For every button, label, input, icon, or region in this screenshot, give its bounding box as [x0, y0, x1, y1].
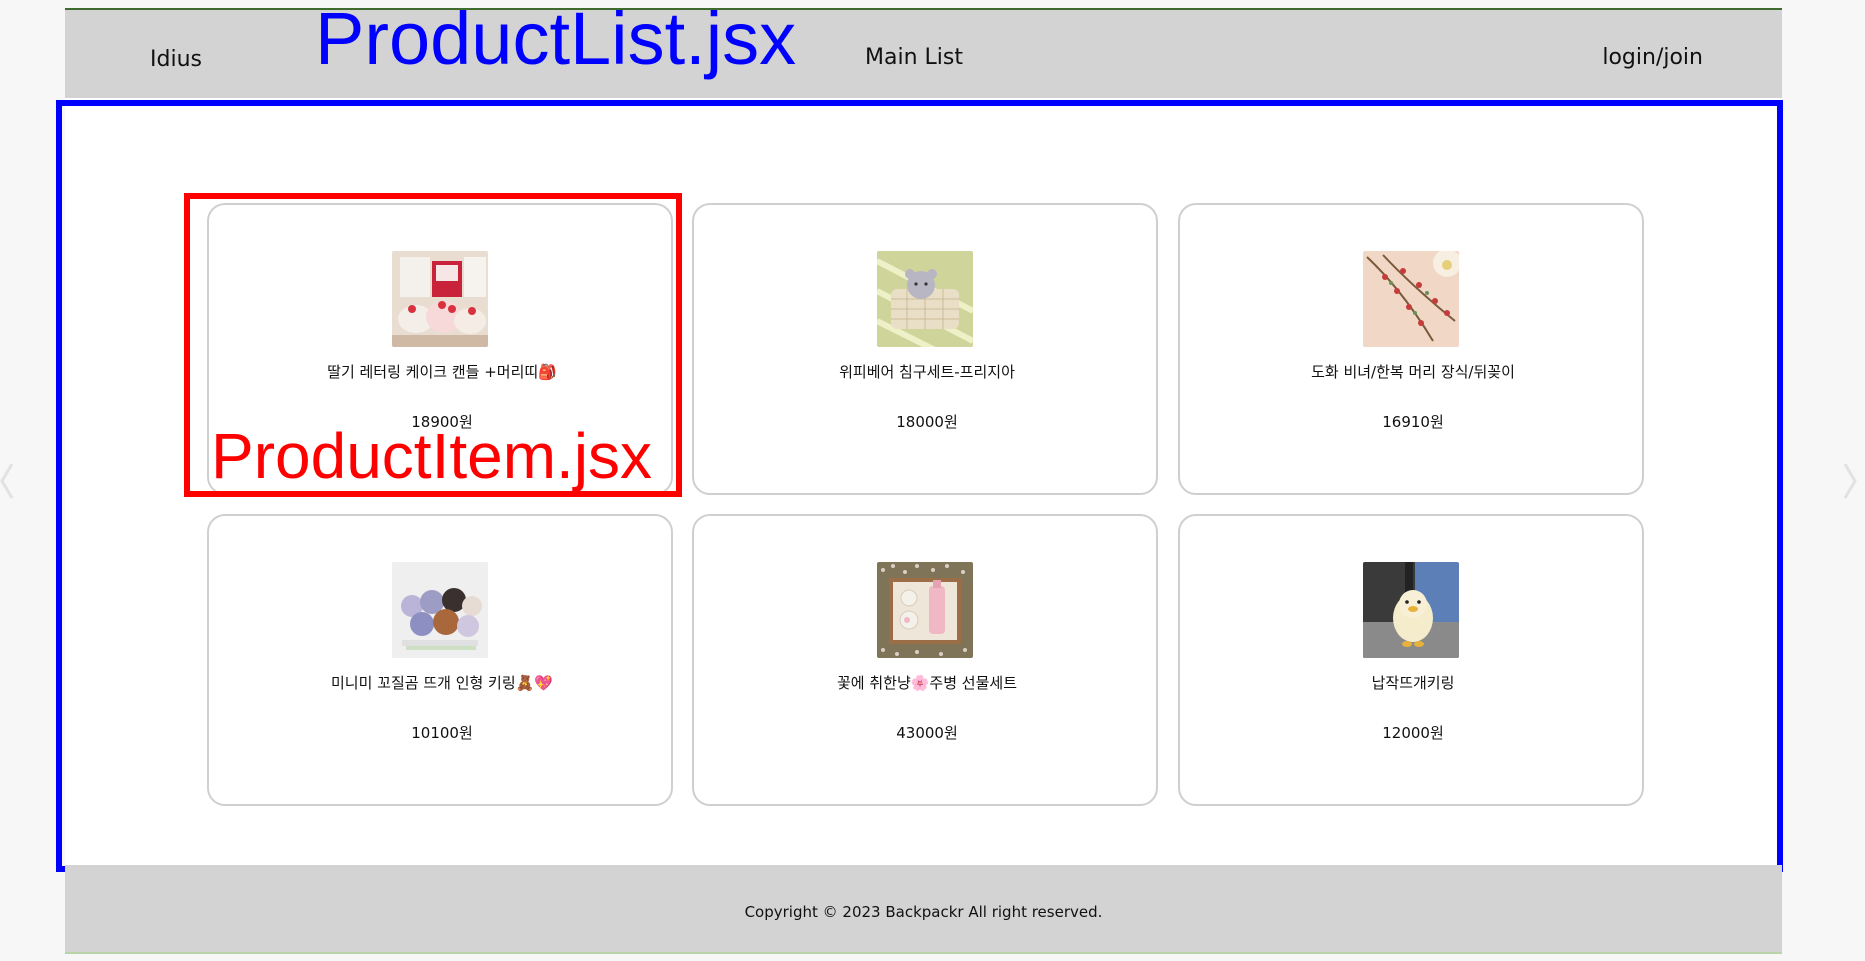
product-image [392, 251, 488, 347]
product-card[interactable]: 꽃에 취한냥🌸주병 선물세트 43000원 [692, 514, 1158, 806]
login-join-link[interactable]: login/join [1602, 45, 1703, 70]
product-name: 위피베어 침구세트-프리지아 [839, 363, 1015, 381]
product-image [877, 251, 973, 347]
product-name: 납작뜨개키링 [1371, 674, 1455, 692]
footer-accent-line [65, 952, 1782, 954]
product-image [877, 562, 973, 658]
copyright-text: Copyright © 2023 Backpackr All right res… [744, 903, 1103, 921]
product-price: 12000원 [1382, 724, 1444, 742]
product-price: 18000원 [896, 413, 958, 431]
product-name: 도화 비녀/한복 머리 장식/뒤꽂이 [1311, 363, 1515, 381]
product-image [1363, 251, 1459, 347]
product-image [1363, 562, 1459, 658]
product-card[interactable]: 도화 비녀/한복 머리 장식/뒤꽂이 16910원 [1178, 203, 1644, 495]
product-card[interactable]: 미니미 꼬질곰 뜨개 인형 키링🧸💖 10100원 [207, 514, 673, 806]
product-name: 꽃에 취한냥🌸주병 선물세트 [836, 674, 1017, 692]
product-image [392, 562, 488, 658]
product-card[interactable]: 납작뜨개키링 12000원 [1178, 514, 1644, 806]
carousel-next-arrow-icon[interactable] [1831, 456, 1865, 506]
product-price: 16910원 [1382, 413, 1444, 431]
main-list-link[interactable]: Main List [865, 45, 963, 70]
app-root: Idius Main List login/join ProductList.j… [0, 0, 1865, 961]
footer-bar: Copyright © 2023 Backpackr All right res… [65, 865, 1782, 953]
product-name: 딸기 레터링 케이크 캔들 +머리띠🎒 [327, 363, 557, 381]
brand-link[interactable]: Idius [150, 47, 202, 72]
carousel-prev-arrow-icon[interactable] [0, 456, 34, 506]
product-price: 43000원 [896, 724, 958, 742]
product-card[interactable]: 위피베어 침구세트-프리지아 18000원 [692, 203, 1158, 495]
product-card[interactable]: 딸기 레터링 케이크 캔들 +머리띠🎒 18900원 [207, 203, 673, 495]
product-name: 미니미 꼬질곰 뜨개 인형 키링🧸💖 [330, 674, 554, 692]
productlist-annotation-label: ProductList.jsx [315, 0, 797, 80]
product-price: 18900원 [411, 413, 473, 431]
product-price: 10100원 [411, 724, 473, 742]
